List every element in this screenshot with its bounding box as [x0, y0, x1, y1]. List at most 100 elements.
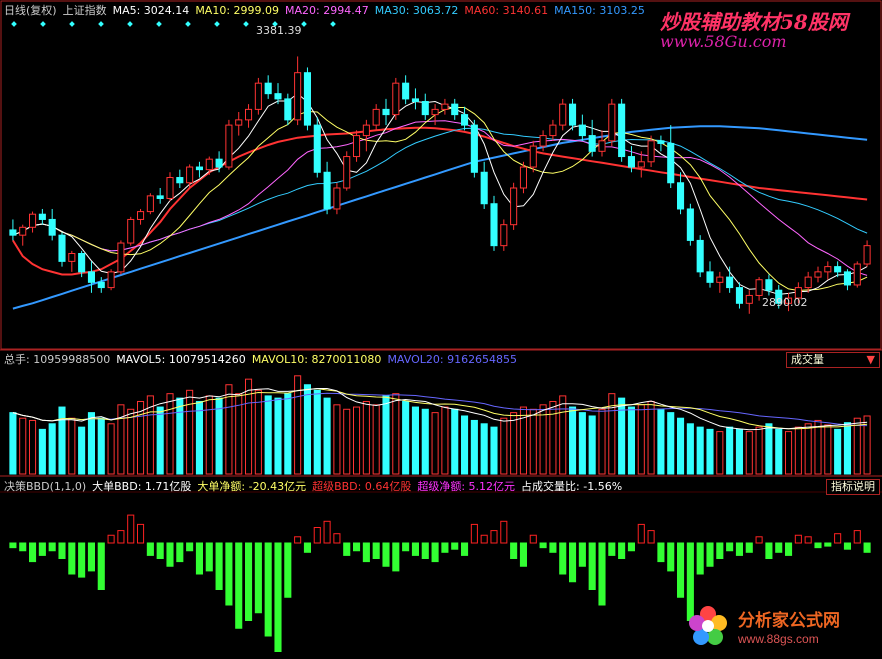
- candle-body: [431, 108, 439, 116]
- candle-body: [765, 279, 773, 291]
- candle-body: [834, 266, 842, 273]
- candle-body: [421, 101, 429, 116]
- bbd-bar: [107, 534, 115, 544]
- candle-body: [303, 72, 311, 126]
- bbd-bar: [559, 542, 567, 575]
- bbd-bar: [657, 542, 665, 563]
- bbd-bar: [303, 542, 311, 553]
- volume-bar: [353, 406, 361, 475]
- bbd-bar: [313, 527, 321, 544]
- volume-bar: [186, 389, 194, 475]
- candle-body: [686, 208, 694, 241]
- candle-body: [195, 166, 203, 171]
- candle-body: [667, 142, 675, 184]
- bbd-bar: [245, 542, 253, 621]
- candle-body: [78, 253, 86, 273]
- volume-bar: [205, 395, 213, 475]
- candle-body: [372, 108, 380, 126]
- candle-body: [706, 271, 714, 283]
- bbd-bar: [441, 542, 449, 553]
- volume-bar: [706, 428, 714, 475]
- indicator-help-button[interactable]: 指标说明: [826, 479, 880, 495]
- watermark-url: www.58Gu.com: [660, 32, 787, 51]
- bbd-bar: [519, 542, 527, 567]
- candle-body: [176, 177, 184, 184]
- volume-bar: [264, 395, 272, 475]
- ma-legend-item-2: MA20: 2994.47: [285, 4, 369, 17]
- bbd-legend: 决策BBD(1,1,0) 大单BBD: 1.71亿股 大单净额: -20.43亿元超…: [4, 480, 622, 494]
- bbd-bar: [48, 542, 56, 552]
- bbd-bar: [29, 542, 37, 563]
- candle-body: [588, 135, 596, 152]
- volume-bar: [176, 397, 184, 475]
- volume-bar: [569, 406, 577, 475]
- candle-body: [696, 239, 704, 273]
- bbd-bar: [68, 542, 76, 575]
- candle-body: [461, 114, 469, 126]
- volume-bar: [627, 406, 635, 475]
- candle-body: [470, 124, 478, 173]
- candle-body: [313, 124, 321, 173]
- candle-body: [146, 195, 154, 213]
- ma-legend-item-4: MA60: 3140.61: [464, 4, 549, 17]
- bbd-bar: [205, 542, 213, 572]
- candle-body: [19, 226, 27, 236]
- volume-bar: [618, 397, 626, 475]
- signal-marker: [185, 21, 191, 27]
- candle-body: [186, 166, 194, 184]
- candle-body: [87, 271, 95, 283]
- bbd-bar: [333, 533, 341, 544]
- bbd-bar: [500, 520, 508, 544]
- volume-bar: [598, 408, 606, 475]
- bbd-bar: [510, 542, 518, 559]
- signal-marker: [98, 21, 104, 27]
- period-label[interactable]: 日线(复权): [4, 4, 57, 18]
- candle-body: [362, 124, 370, 137]
- bbd-bar: [294, 536, 302, 544]
- bbd-bar: [726, 542, 734, 552]
- bbd-bar: [343, 542, 351, 556]
- bbd-bar: [755, 536, 763, 544]
- candle-body: [264, 82, 272, 95]
- ma-legend: MA5: 3024.14 MA10: 2999.09 MA20: 2994.47 MA…: [113, 4, 645, 18]
- bbd-legend-item-5: 占成交量比: -1.56%: [521, 480, 623, 493]
- bbd-bar: [97, 542, 105, 590]
- bbd-bar: [637, 523, 645, 544]
- volume-bar: [549, 400, 557, 475]
- volume-legend-item-2: MAVOL10: 8270011080: [251, 353, 382, 366]
- volume-legend-item-1: MAVOL5: 10079514260: [116, 353, 246, 366]
- candle-body: [333, 187, 341, 210]
- chevron-down-icon: ▼: [866, 353, 875, 366]
- candle-body: [804, 276, 812, 289]
- signal-marker: [69, 21, 75, 27]
- volume-bar: [313, 389, 321, 475]
- bbd-bar: [843, 542, 851, 550]
- volume-bar: [9, 412, 17, 475]
- bbd-bar: [588, 542, 596, 590]
- candle-body: [853, 263, 861, 286]
- volume-bar: [686, 423, 694, 475]
- bbd-header: 决策BBD(1,1,0) 大单BBD: 1.71亿股 大单净额: -20.43亿元超…: [4, 480, 622, 494]
- ma-legend-item-0: MA5: 3024.14: [112, 4, 190, 17]
- bbd-bar: [421, 542, 429, 559]
- bbd-bar: [411, 542, 419, 556]
- candle-body: [608, 103, 616, 142]
- candle-body: [225, 124, 233, 168]
- volume-bar: [19, 417, 27, 475]
- bbd-bar: [794, 534, 802, 544]
- candle-body: [657, 140, 665, 144]
- bbd-bar: [677, 542, 685, 598]
- volume-bar: [372, 404, 380, 475]
- signal-marker: [330, 21, 336, 27]
- bbd-bar: [58, 542, 66, 559]
- candle-body: [627, 156, 635, 168]
- volume-bar: [225, 384, 233, 475]
- volume-bar: [323, 397, 331, 475]
- bbd-bar: [627, 542, 635, 552]
- candle-body: [578, 124, 586, 137]
- bbd-bar: [195, 542, 203, 575]
- bbd-bar: [38, 542, 46, 556]
- ma20-line: [12, 120, 868, 276]
- indicator-selector[interactable]: 成交量 ▼: [786, 352, 880, 368]
- candle-body: [480, 171, 488, 205]
